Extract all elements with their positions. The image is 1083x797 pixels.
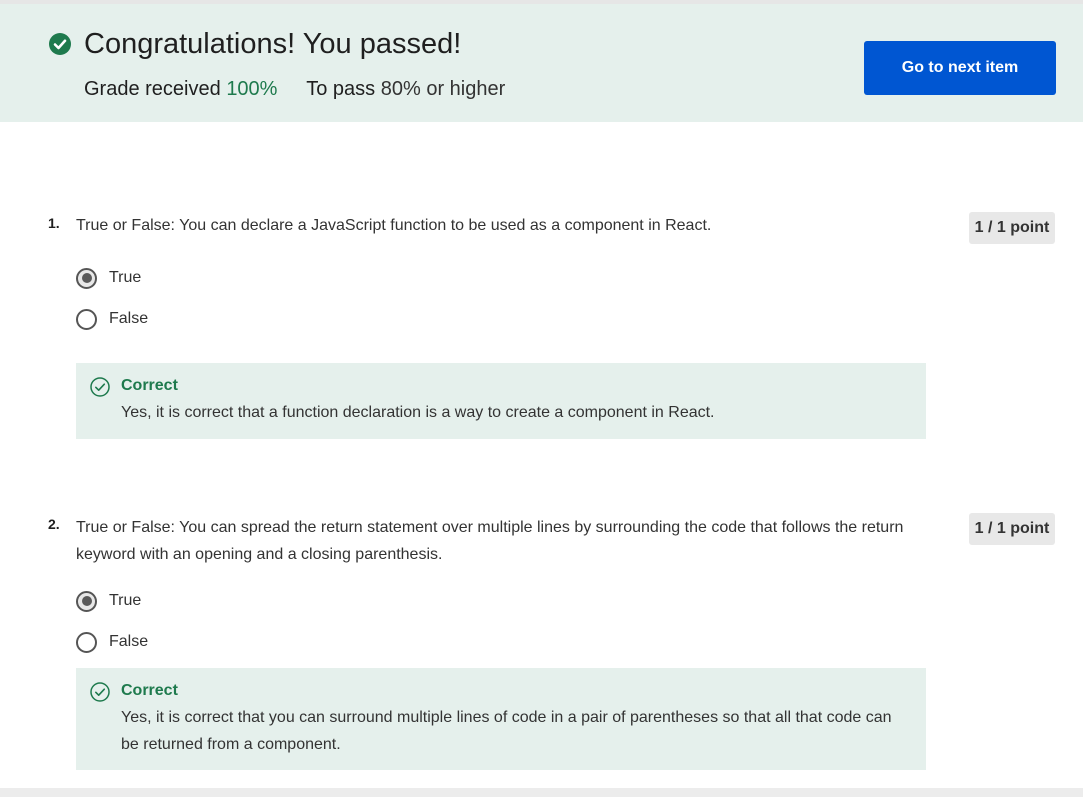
feedback-text: Yes, it is correct that a function decla… bbox=[121, 404, 715, 421]
radio-button-selected[interactable] bbox=[76, 267, 97, 289]
question-text: True or False: You can spread the return… bbox=[76, 519, 904, 563]
question-text: True or False: You can declare a JavaScr… bbox=[76, 217, 712, 234]
option-label: True bbox=[109, 592, 142, 609]
quiz-results-page: Congratulations! You passed! Grade recei… bbox=[0, 0, 1083, 797]
check-circle-filled-icon bbox=[49, 33, 71, 55]
option-false[interactable]: False bbox=[76, 630, 148, 654]
grade-summary: Grade received 100% To pass 80% or highe… bbox=[84, 76, 505, 102]
option-true[interactable]: True bbox=[76, 589, 141, 613]
bottom-divider bbox=[0, 788, 1083, 797]
radio-button[interactable] bbox=[76, 631, 97, 653]
pass-banner: Congratulations! You passed! Grade recei… bbox=[0, 4, 1083, 122]
feedback-box: Correct Yes, it is correct that you can … bbox=[76, 668, 926, 770]
check-circle-outline-icon bbox=[90, 682, 110, 702]
points-badge: 1 / 1 point bbox=[969, 212, 1055, 244]
option-label: False bbox=[109, 633, 149, 650]
option-false[interactable]: False bbox=[76, 307, 148, 331]
grade-label: Grade received bbox=[84, 78, 221, 100]
question-number: 2. bbox=[48, 516, 60, 532]
question-number: 1. bbox=[48, 215, 60, 231]
feedback-status: Correct bbox=[121, 377, 178, 394]
option-label: False bbox=[109, 310, 149, 327]
grade-value: 100% bbox=[226, 78, 278, 100]
banner-title: Congratulations! You passed! bbox=[84, 28, 462, 60]
radio-button[interactable] bbox=[76, 308, 97, 330]
radio-button-selected[interactable] bbox=[76, 590, 97, 612]
option-label: True bbox=[109, 269, 142, 286]
feedback-status: Correct bbox=[121, 682, 178, 699]
pass-value: 80% or higher bbox=[380, 78, 506, 100]
pass-label: To pass bbox=[306, 78, 376, 100]
feedback-box: Correct Yes, it is correct that a functi… bbox=[76, 363, 926, 439]
points-badge: 1 / 1 point bbox=[969, 513, 1055, 545]
check-circle-outline-icon bbox=[90, 377, 110, 397]
feedback-text: Yes, it is correct that you can surround… bbox=[121, 709, 892, 753]
option-true[interactable]: True bbox=[76, 266, 141, 290]
go-to-next-item-button[interactable]: Go to next item bbox=[864, 41, 1056, 95]
